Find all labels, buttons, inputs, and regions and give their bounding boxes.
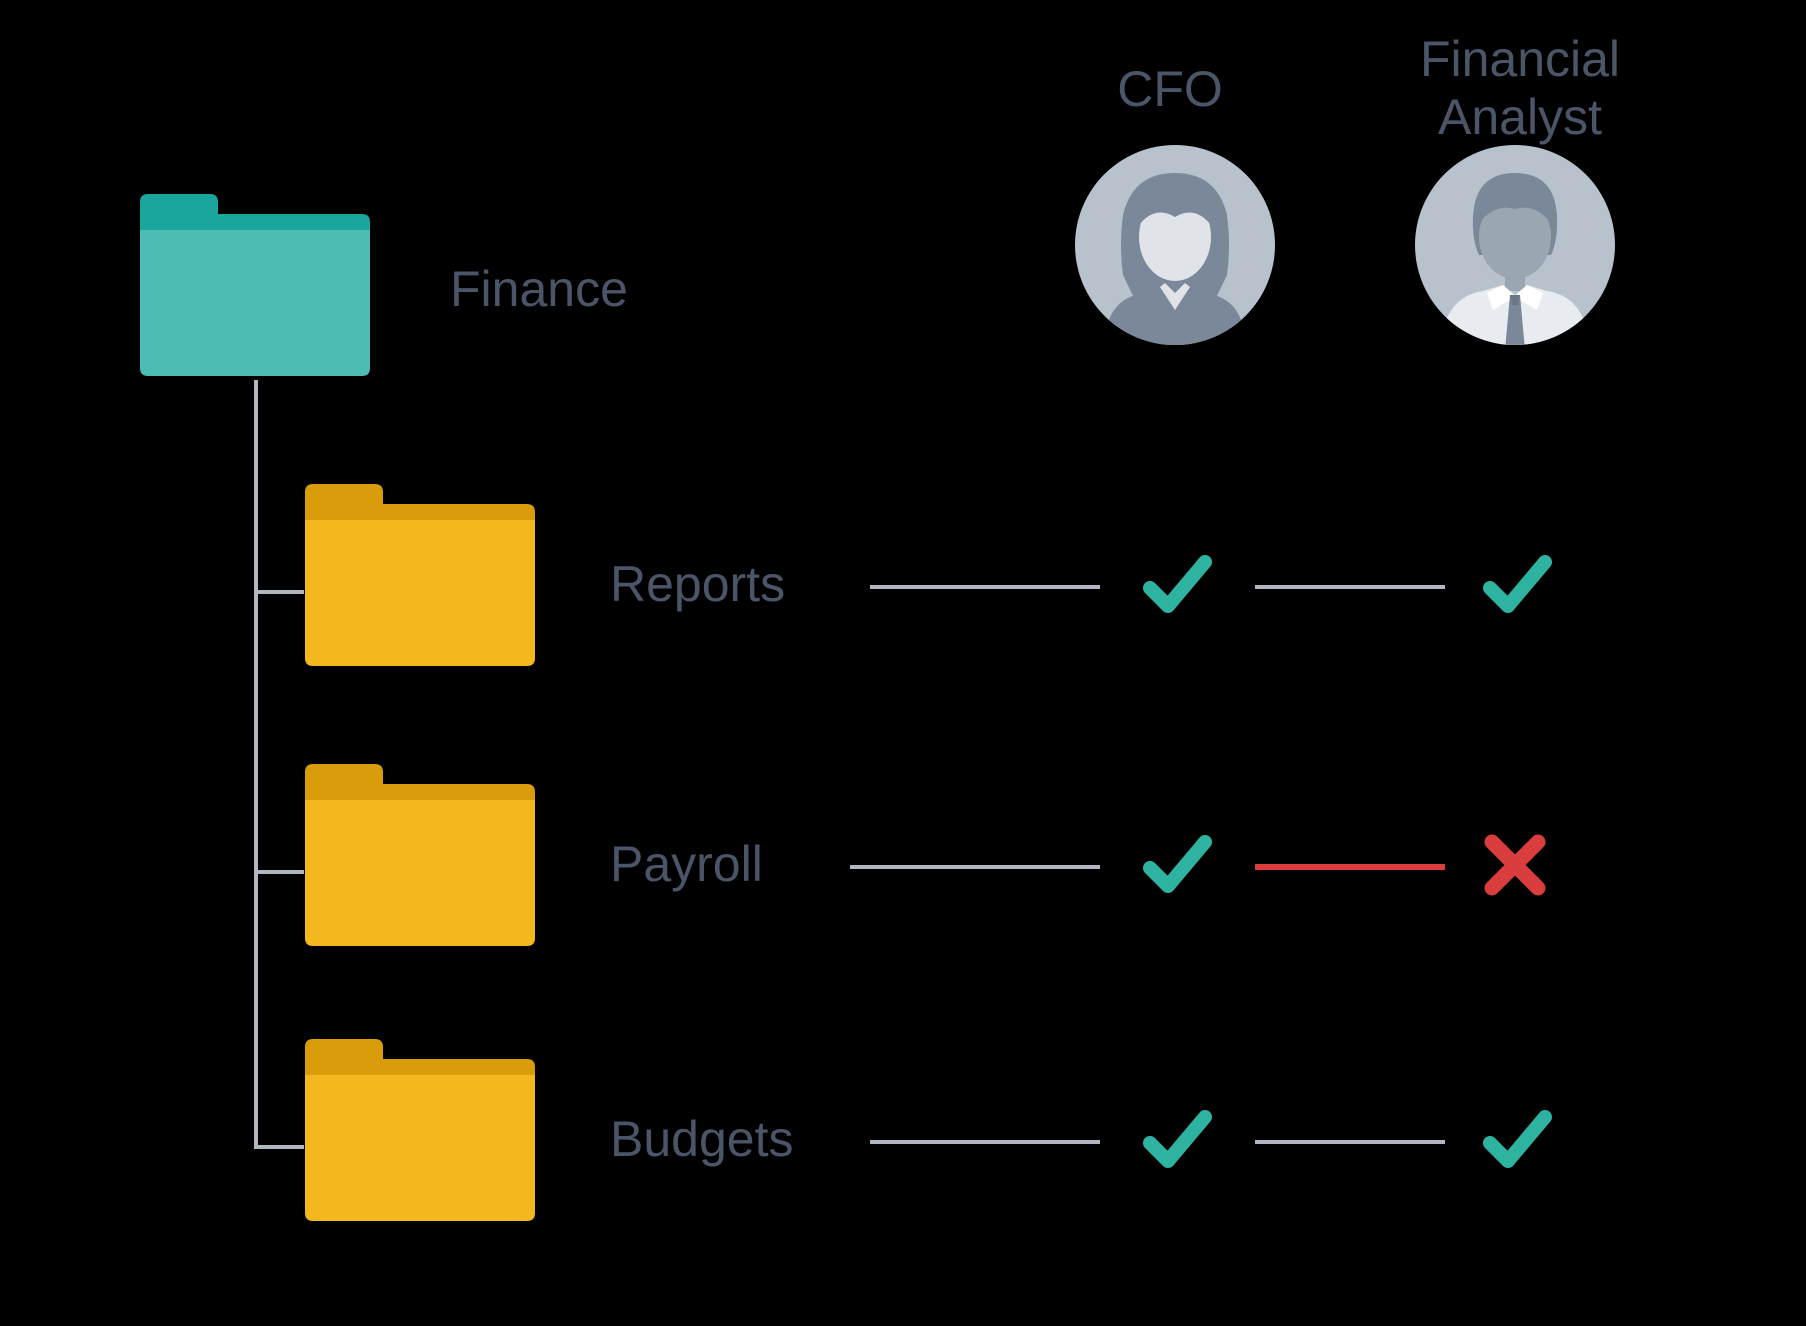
folder-icon-payroll	[305, 760, 535, 955]
folder-icon-reports	[305, 480, 535, 675]
role-label-analyst: Financial Analyst	[1370, 30, 1670, 146]
avatar-analyst	[1415, 145, 1615, 350]
check-icon-reports-analyst	[1480, 550, 1555, 625]
connector-budgets-analyst	[1255, 1140, 1445, 1144]
connector-budgets-cfo	[870, 1140, 1100, 1144]
check-icon-payroll-cfo	[1140, 830, 1215, 905]
tree-branch-1	[254, 590, 304, 594]
check-icon-budgets-analyst	[1480, 1105, 1555, 1180]
folder-label-payroll: Payroll	[610, 835, 763, 893]
cross-icon-payroll-analyst	[1480, 830, 1550, 905]
folder-label-finance: Finance	[450, 260, 628, 318]
connector-payroll-analyst	[1255, 864, 1445, 870]
tree-branch-3	[254, 1145, 304, 1149]
tree-trunk	[254, 380, 258, 1145]
folder-label-reports: Reports	[610, 555, 785, 613]
connector-reports-cfo	[870, 585, 1100, 589]
connector-reports-analyst	[1255, 585, 1445, 589]
check-icon-budgets-cfo	[1140, 1105, 1215, 1180]
folder-label-budgets: Budgets	[610, 1110, 793, 1168]
tree-branch-2	[254, 870, 304, 874]
folder-icon-finance	[140, 190, 370, 385]
connector-payroll-cfo	[850, 865, 1100, 869]
permissions-diagram: Finance CFO Financial Analyst	[0, 0, 1806, 1326]
check-icon-reports-cfo	[1140, 550, 1215, 625]
avatar-cfo	[1075, 145, 1275, 350]
folder-icon-budgets	[305, 1035, 535, 1230]
role-label-cfo: CFO	[1060, 60, 1280, 118]
